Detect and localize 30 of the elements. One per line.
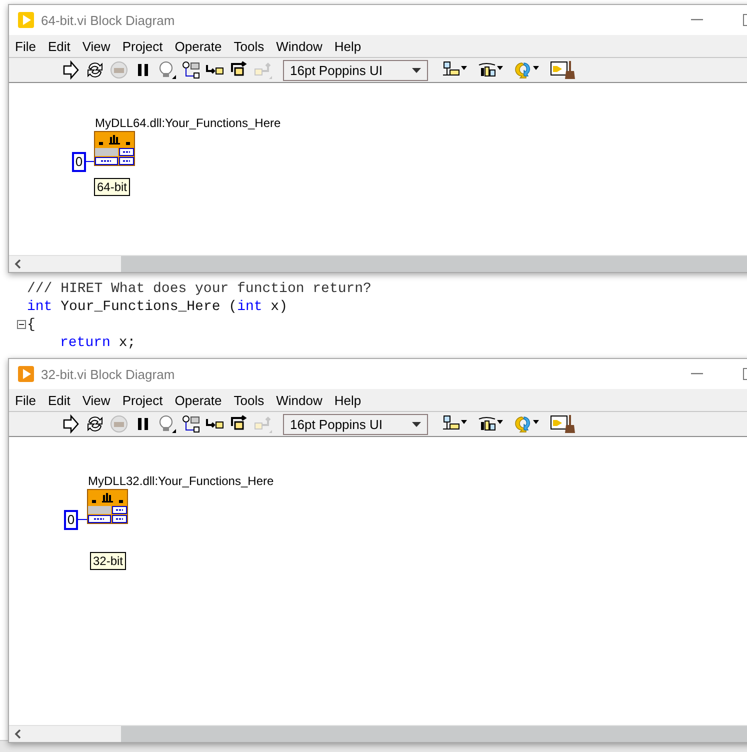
numeric-constant[interactable]: 0 [72, 152, 86, 172]
menu-item[interactable]: Window [270, 38, 328, 54]
node-name: MyDLL32.dll:Your_Functions_Here [88, 474, 274, 488]
menu-item[interactable]: Edit [42, 38, 76, 54]
menu-item[interactable]: Help [328, 38, 368, 54]
menu-item[interactable]: Operate [168, 392, 228, 408]
menu-item[interactable]: Project [116, 38, 169, 54]
menu-item[interactable]: Help [328, 392, 368, 408]
window-title: 32-bit.vi Block Diagram [41, 366, 176, 382]
window-title: 64-bit.vi Block Diagram [41, 12, 176, 28]
node-name: MyDLL64.dll:Your_Functions_Here [95, 116, 281, 130]
menu-item[interactable]: File [9, 38, 42, 54]
menu-item[interactable]: Edit [42, 392, 76, 408]
numeric-constant[interactable]: 0 [64, 510, 78, 530]
code-line: { [27, 316, 36, 334]
menu-item[interactable]: View [76, 38, 116, 54]
menu-item[interactable]: File [9, 392, 42, 408]
font-dropdown[interactable]: 16pt Poppins UI [283, 414, 428, 434]
font-dropdown[interactable]: 16pt Poppins UI [283, 60, 428, 80]
code-line: int Your_Functions_Here (int x) [27, 298, 288, 316]
menu-item[interactable]: Tools [228, 38, 270, 54]
menu-item[interactable]: Operate [168, 38, 228, 54]
menu-item[interactable]: Project [116, 392, 169, 408]
code-line: /// HIRET What does your function return? [27, 280, 372, 298]
free-label: 64-bit [94, 178, 130, 196]
code-line: return x; [60, 334, 136, 352]
menu-item[interactable]: Window [270, 392, 328, 408]
free-label: 32-bit [90, 552, 126, 570]
menu-item[interactable]: View [76, 392, 116, 408]
menu-item[interactable]: Tools [228, 392, 270, 408]
